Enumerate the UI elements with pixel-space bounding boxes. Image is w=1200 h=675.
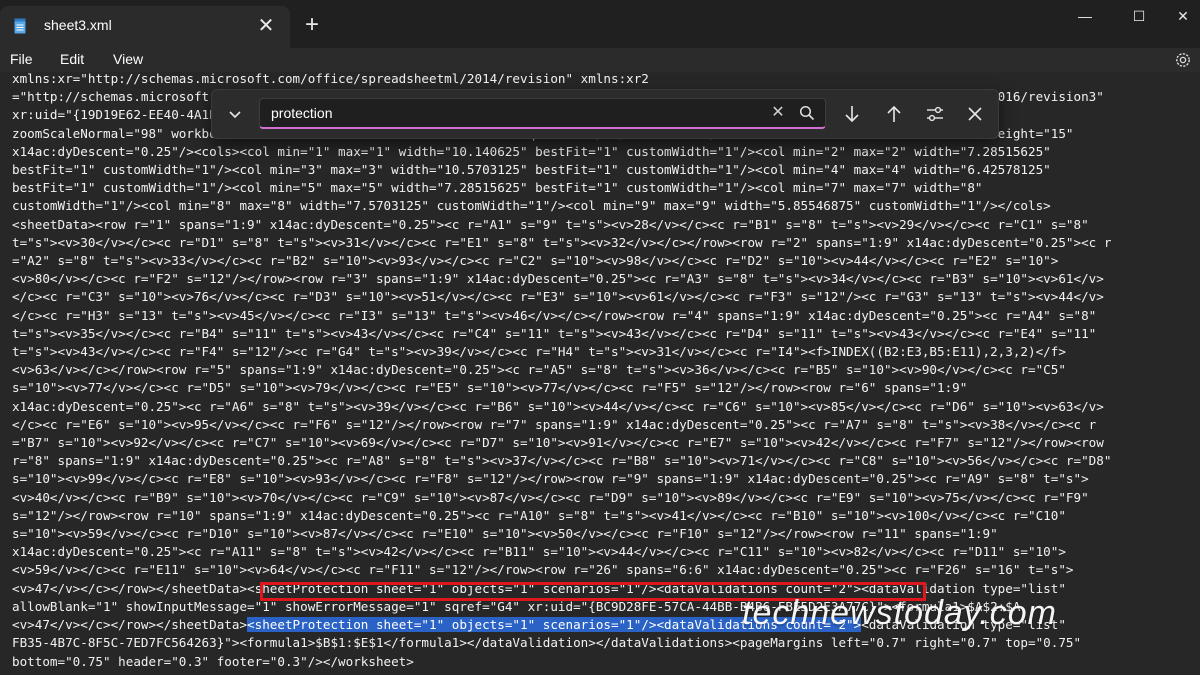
find-input[interactable] [259, 98, 826, 129]
editor-line[interactable]: <v>59</v></c><c r="E11" s="10"><v>64</v>… [12, 561, 1200, 579]
editor-line[interactable]: t="s"><v>43</v></c><c r="F4" s="12"/><c … [12, 343, 1200, 361]
find-next-arrow-down-icon[interactable] [840, 102, 864, 126]
editor-line[interactable]: x14ac:dyDescent="0.25"><c r="A6" s="8" t… [12, 398, 1200, 416]
file-tab[interactable]: sheet3.xml ✕ [0, 6, 290, 48]
chevron-down-icon[interactable] [224, 103, 246, 125]
minimize-button[interactable]: — [1062, 0, 1108, 32]
editor-line[interactable]: t="s"><v>35</v></c><c r="B4" s="11" t="s… [12, 325, 1200, 343]
menu-edit[interactable]: Edit [60, 51, 84, 67]
editor-line[interactable]: s="10"><v>99</v></c><c r="E8" s="10"><v>… [12, 470, 1200, 488]
find-options-sliders-icon[interactable] [923, 102, 947, 126]
editor-line[interactable]: bestFit="1" customWidth="1"/><col min="3… [12, 161, 1200, 179]
close-window-button[interactable]: ✕ [1160, 0, 1200, 32]
editor-line[interactable]: s="12"/></row><row r="10" spans="1:9" x1… [12, 507, 1200, 525]
maximize-button[interactable]: ☐ [1116, 0, 1162, 32]
title-bar: sheet3.xml ✕ + — ☐ ✕ [0, 0, 1200, 48]
editor-line[interactable]: s="10"><v>77</v></c><c r="D5" s="10"><v>… [12, 379, 1200, 397]
clear-search-icon[interactable]: ✕ [768, 103, 788, 123]
search-icon[interactable] [798, 104, 816, 122]
editor-line[interactable]: </c><c r="C3" s="10"><v>76</v></c><c r="… [12, 288, 1200, 306]
find-bar: ✕ [211, 89, 999, 139]
editor-line[interactable]: bestFit="1" customWidth="1"/><col min="5… [12, 179, 1200, 197]
editor-line[interactable]: <sheetData><row r="1" spans="1:9" x14ac:… [12, 216, 1200, 234]
editor-line[interactable]: xmlns:xr="http://schemas.microsoft.com/o… [12, 72, 1200, 88]
watermark: technewstoday.com [742, 594, 1057, 632]
find-previous-arrow-up-icon[interactable] [882, 102, 906, 126]
editor-line[interactable]: ="A2" s="8" t="s"><v>33</v></c><c r="B2"… [12, 252, 1200, 270]
editor-line[interactable]: <v>40</v></c><c r="B9" s="10"><v>70</v><… [12, 489, 1200, 507]
line-text: <v>47</v></c></row></sheetData> [12, 617, 248, 633]
editor-line[interactable]: FB35-4B7C-8F5C-7ED7FC564263}"><formula1>… [12, 634, 1200, 652]
editor-line[interactable]: x14ac:dyDescent="0.25"/><cols><col min="… [12, 143, 1200, 161]
editor-line[interactable]: t="s"><v>30</v></c><c r="D1" s="8" t="s"… [12, 234, 1200, 252]
editor-line[interactable]: x14ac:dyDescent="0.25"><c r="A11" s="8" … [12, 543, 1200, 561]
editor-line[interactable]: </c><c r="E6" s="10"><v>95</v></c><c r="… [12, 416, 1200, 434]
menu-view[interactable]: View [113, 51, 143, 67]
close-find-icon[interactable] [963, 102, 987, 126]
menu-file[interactable]: File [10, 51, 33, 67]
notepad-icon [14, 18, 26, 34]
editor-line[interactable]: s="10"><v>59</v></c><c r="D10" s="10"><v… [12, 525, 1200, 543]
editor-line[interactable]: </c><c r="H3" s="13" t="s"><v>45</v></c>… [12, 307, 1200, 325]
tab-close-icon[interactable]: ✕ [252, 12, 280, 40]
editor-line[interactable]: <v>63</v></c></row><row r="5" spans="1:9… [12, 361, 1200, 379]
tab-title: sheet3.xml [44, 17, 112, 33]
editor-line[interactable]: bottom="0.75" header="0.3" footer="0.3"/… [12, 653, 1200, 671]
text-editor[interactable]: xmlns:xr="http://schemas.microsoft.com/o… [0, 72, 1200, 675]
editor-line[interactable]: customWidth="1"/><col min="8" max="8" wi… [12, 197, 1200, 215]
editor-line[interactable]: <v>80</v></c><c r="F2" s="12"/></row><ro… [12, 270, 1200, 288]
settings-gear-icon[interactable] [1172, 49, 1194, 71]
editor-line[interactable]: r="8" spans="1:9" x14ac:dyDescent="0.25"… [12, 452, 1200, 470]
new-tab-plus-icon[interactable]: + [298, 11, 326, 39]
menu-bar: File Edit View [0, 48, 1200, 72]
editor-text[interactable]: xmlns:xr="http://schemas.microsoft.com/o… [12, 72, 1200, 671]
editor-line[interactable]: ="B7" s="10"><v>92</v></c><c r="C7" s="1… [12, 434, 1200, 452]
